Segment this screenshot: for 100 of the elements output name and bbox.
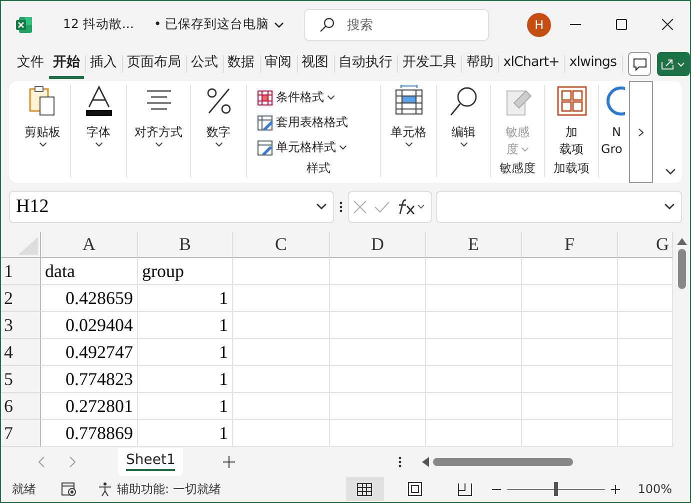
scrollbar-thumb[interactable] <box>678 249 686 290</box>
row-header[interactable]: 2 <box>1 285 41 312</box>
table-cell[interactable]: 1 <box>138 366 233 394</box>
column-header[interactable]: E <box>426 232 522 258</box>
ribbon-button[interactable]: N Gro <box>599 85 625 157</box>
table-cell[interactable]: 1 <box>138 339 233 366</box>
table-cell[interactable]: 0.492747 <box>41 339 138 366</box>
table-cell[interactable] <box>522 339 618 366</box>
table-cell[interactable] <box>618 366 673 394</box>
more-icon[interactable] <box>398 456 402 468</box>
table-cell[interactable] <box>522 420 618 448</box>
share-button[interactable] <box>656 52 690 76</box>
search-field[interactable]: 搜索 <box>304 8 490 40</box>
table-cell[interactable]: 0.428659 <box>41 285 138 312</box>
accessibility-status[interactable]: 辅助功能: 一切就绪 <box>117 480 221 498</box>
function-icon[interactable] <box>397 198 428 215</box>
ribbon-button[interactable]: 单元格样式 <box>257 135 347 160</box>
zoom-thumb[interactable] <box>554 482 558 496</box>
table-cell[interactable]: 0.272801 <box>41 393 138 420</box>
table-cell[interactable] <box>330 420 426 448</box>
table-cell[interactable] <box>618 312 673 340</box>
table-cell[interactable] <box>522 285 618 312</box>
table-cell[interactable] <box>233 366 330 394</box>
table-cell[interactable] <box>522 312 618 340</box>
ribbon-tab[interactable]: 审阅 <box>260 48 296 79</box>
column-header[interactable]: C <box>233 232 330 258</box>
cancel-icon[interactable] <box>352 200 367 214</box>
column-header[interactable]: F <box>522 232 618 258</box>
ribbon-button[interactable]: 套用表格格式 <box>257 110 348 135</box>
column-header[interactable]: D <box>330 232 426 258</box>
formula-field[interactable] <box>436 190 682 223</box>
accessibility-icon[interactable] <box>97 482 113 497</box>
table-cell[interactable]: 0.029404 <box>41 312 138 340</box>
table-cell[interactable] <box>522 366 618 394</box>
table-cell[interactable] <box>330 312 426 340</box>
table-cell[interactable] <box>426 285 522 312</box>
name-box[interactable]: H12 <box>9 190 334 223</box>
ribbon-tab[interactable]: 自动执行 <box>334 48 396 79</box>
table-cell[interactable] <box>426 420 522 448</box>
table-cell[interactable] <box>426 312 522 340</box>
zoom-level[interactable]: 100% <box>638 482 672 496</box>
table-cell[interactable] <box>522 258 618 286</box>
ribbon-button[interactable]: 编辑 <box>448 85 480 147</box>
ribbon-tab[interactable]: 公式 <box>186 48 222 79</box>
table-cell[interactable] <box>330 366 426 394</box>
ribbon-tab[interactable]: 帮助 <box>462 48 498 79</box>
ribbon-tab[interactable]: xlwings <box>565 49 620 78</box>
ribbon-tab[interactable]: 开发工具 <box>398 48 460 79</box>
table-cell[interactable] <box>522 393 618 420</box>
table-cell[interactable] <box>426 258 522 286</box>
ribbon-button[interactable]: 数字 <box>202 85 234 147</box>
comments-button[interactable] <box>628 52 651 76</box>
table-cell[interactable] <box>426 339 522 366</box>
save-status[interactable]: • 已保存到这台电脑 <box>154 16 270 33</box>
scroll-up-arrow-icon[interactable] <box>676 238 686 246</box>
table-cell[interactable] <box>426 366 522 394</box>
add-sheet-button[interactable] <box>223 456 236 468</box>
table-cell[interactable] <box>330 393 426 420</box>
ribbon-button[interactable]: 单元格 <box>390 85 426 147</box>
ribbon-tab[interactable]: 数据 <box>224 48 259 79</box>
macro-record-icon[interactable] <box>61 482 77 497</box>
table-cell[interactable]: group <box>138 258 233 286</box>
table-cell[interactable] <box>618 393 673 420</box>
select-all-icon[interactable] <box>18 237 38 256</box>
normal-view-button[interactable] <box>346 477 384 502</box>
table-cell[interactable] <box>233 285 330 312</box>
table-cell[interactable] <box>233 258 330 286</box>
table-cell[interactable] <box>233 312 330 340</box>
row-header[interactable]: 3 <box>1 312 41 340</box>
spreadsheet-logo-icon[interactable] <box>15 16 33 34</box>
more-icon[interactable] <box>338 200 344 214</box>
user-avatar[interactable]: H <box>527 12 552 36</box>
row-header[interactable]: 5 <box>1 366 41 394</box>
table-cell[interactable] <box>618 420 673 448</box>
collapse-ribbon-button[interactable] <box>665 168 676 175</box>
ribbon-tab[interactable]: 页面布局 <box>122 48 185 79</box>
check-icon[interactable] <box>374 200 390 214</box>
row-header[interactable]: 4 <box>1 339 41 366</box>
table-cell[interactable]: data <box>41 258 138 286</box>
table-cell[interactable] <box>330 339 426 366</box>
table-cell[interactable] <box>426 393 522 420</box>
table-cell[interactable] <box>233 339 330 366</box>
row-header[interactable]: 7 <box>1 420 41 448</box>
zoom-in-icon[interactable] <box>610 484 620 494</box>
table-cell[interactable]: 0.778869 <box>41 420 138 448</box>
table-cell[interactable] <box>330 285 426 312</box>
table-cell[interactable] <box>618 339 673 366</box>
ribbon-button[interactable]: 剪贴板 <box>24 85 60 147</box>
ribbon-button[interactable]: 加 载项 <box>556 85 588 157</box>
table-cell[interactable]: 1 <box>138 393 233 420</box>
ribbon-button[interactable]: 对齐方式 <box>134 85 182 147</box>
row-header[interactable]: 6 <box>1 393 41 420</box>
ribbon-tab[interactable]: 插入 <box>86 48 121 79</box>
scroll-right-button[interactable] <box>629 81 653 183</box>
sheet-tab[interactable]: Sheet1 <box>118 448 184 476</box>
ribbon-button[interactable]: 条件格式 <box>257 85 335 110</box>
table-cell[interactable] <box>330 258 426 286</box>
column-header[interactable]: A <box>41 232 138 258</box>
ribbon-tab[interactable]: 文件 <box>13 48 48 79</box>
column-header[interactable]: G <box>618 232 673 258</box>
